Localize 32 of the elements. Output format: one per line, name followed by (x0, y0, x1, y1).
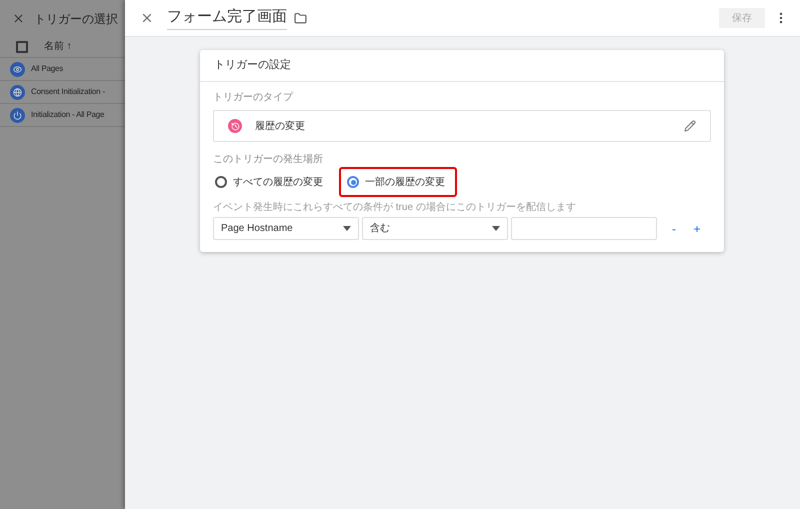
remove-condition-button[interactable]: - (668, 220, 680, 238)
field-label: このトリガーの発生場所 (213, 154, 324, 166)
trigger-type-icon (10, 62, 25, 76)
select-all-checkbox[interactable] (16, 40, 28, 52)
caret-icon (492, 226, 500, 231)
trigger-name[interactable]: All Pages (31, 63, 63, 75)
column-header[interactable]: 名前 ↑ (44, 39, 72, 54)
title-field[interactable]: フォーム完了画面 (167, 6, 287, 30)
operator-dropdown[interactable]: 含む (362, 217, 508, 240)
field-label: トリガーのタイプ (213, 92, 294, 104)
history-icon (228, 119, 242, 133)
value-field[interactable] (511, 217, 657, 240)
radio-option[interactable]: すべての履歴の変更 (213, 167, 335, 197)
radio-button[interactable] (347, 176, 359, 188)
trigger-type-selector[interactable]: 履歴の変更 (213, 110, 711, 142)
trigger-type-icon (10, 108, 25, 122)
folder-icon[interactable] (294, 12, 307, 24)
trigger-name[interactable]: Initialization - All Page (31, 109, 104, 121)
add-condition-button[interactable]: + (691, 220, 703, 238)
field-label: イベント発生時にこれらすべての条件が true の場合にこのトリガーを配信します (213, 202, 577, 214)
close-icon[interactable] (140, 11, 154, 25)
caret-icon (343, 226, 351, 231)
radio-button[interactable] (215, 176, 227, 188)
trigger-type-icon (10, 84, 25, 100)
trigger-type-value: 履歴の変更 (255, 120, 305, 134)
card-title: トリガーの設定 (214, 58, 291, 74)
panel-title: トリガーの選択 (34, 10, 118, 28)
edit-icon[interactable] (684, 120, 696, 132)
variable-dropdown[interactable]: Page Hostname (213, 217, 359, 240)
close-icon[interactable] (12, 12, 25, 25)
radio-option[interactable]: 一部の履歴の変更 (339, 167, 457, 197)
trigger-name[interactable]: Consent Initialization - (31, 86, 105, 98)
